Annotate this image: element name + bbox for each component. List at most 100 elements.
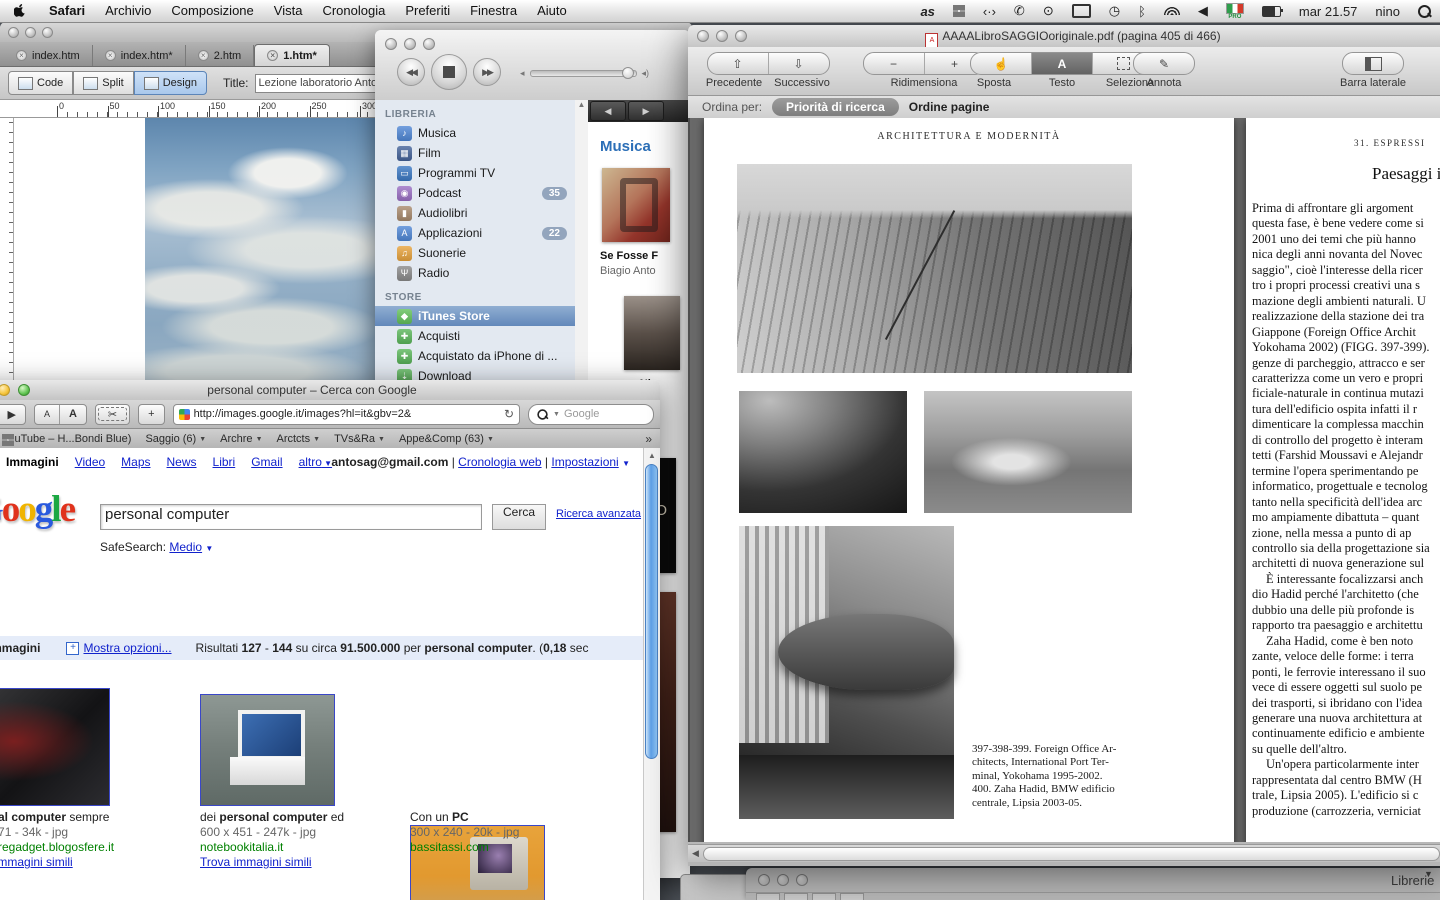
script-menu-icon[interactable]: ‹·›	[974, 0, 1005, 22]
add-bookmark-button[interactable]: +	[139, 405, 163, 424]
bookmark-tvs-ra[interactable]: TVs&Ra▼	[334, 433, 385, 445]
forward-button[interactable]: ▶	[0, 405, 25, 424]
tab-close-icon[interactable]: ×	[267, 50, 278, 61]
split-view-button[interactable]: Split	[73, 71, 133, 95]
album-cover-1[interactable]	[602, 168, 670, 242]
code-view-button[interactable]: Code	[8, 71, 73, 95]
displays-menu-icon[interactable]	[1063, 0, 1100, 22]
clouds-image[interactable]	[145, 118, 375, 393]
address-bar[interactable]: http://images.google.it/images?hl=it&gbv…	[173, 404, 520, 425]
bluetooth-menu-icon[interactable]: ᛒ	[1129, 0, 1155, 22]
librerie-titlebar[interactable]: Librerie	[746, 868, 1440, 892]
librerie-close-button[interactable]	[758, 874, 770, 886]
stop-button[interactable]	[431, 54, 467, 90]
menu-aiuto[interactable]: Aiuto	[527, 0, 577, 22]
tool-successivo[interactable]: ⇩	[769, 53, 829, 74]
design-view-button[interactable]: Design	[134, 71, 207, 95]
sidebar-item-audiolibri[interactable]: ▮Audiolibri	[375, 203, 575, 223]
bookmark-appe-comp-63-[interactable]: Appe&Comp (63)▼	[399, 433, 494, 445]
tab-close-icon[interactable]: ×	[105, 50, 116, 61]
disclosure-arrow-icon[interactable]: ▼	[1424, 869, 1433, 879]
keyboard-layout-menu-icon[interactable]: PRO	[1217, 0, 1253, 22]
toolbar-search-field[interactable]: ▼ Google	[528, 404, 654, 425]
menubar-clock[interactable]: mar 21.57	[1290, 0, 1367, 22]
sidebar-item-radio[interactable]: ΨRadio	[375, 263, 575, 283]
safari-minimize-button[interactable]	[0, 384, 10, 396]
tool-sposta[interactable]: ☝	[971, 53, 1032, 74]
sync-alert-menu-icon[interactable]: ⊙	[1034, 0, 1063, 22]
bookmark-saggio-6-[interactable]: Saggio (6)▼	[145, 433, 206, 445]
pdf-right-page[interactable]: 31. ESPRESSI Paesaggi i Prima di affront…	[1246, 118, 1440, 842]
google-nav-video[interactable]: Video	[75, 455, 105, 469]
web-history-link[interactable]: Cronologia web	[458, 455, 541, 469]
pdf-minimize-button[interactable]	[716, 30, 728, 42]
search-input[interactable]: personal computer	[100, 504, 482, 530]
tool-ridimensiona[interactable]: −	[864, 53, 925, 74]
pdf-close-button[interactable]	[697, 30, 709, 42]
scroll-up-arrow-icon[interactable]: ▲	[644, 448, 660, 460]
volume-slider[interactable]	[530, 70, 637, 77]
sort-page-order-button[interactable]: Ordine pagine	[909, 100, 990, 114]
librerie-minimize-button[interactable]	[777, 874, 789, 886]
scroll-left-arrow-icon[interactable]: ◀	[688, 848, 703, 859]
pdf-horizontal-scrollbar[interactable]: ◀	[688, 844, 1440, 862]
sidebar-item-programmi-tv[interactable]: ▭Programmi TV	[375, 163, 575, 183]
google-nav-immagini[interactable]: Immagini	[6, 455, 59, 469]
spaces-menu-icon[interactable]	[944, 0, 974, 22]
menu-safari[interactable]: Safari	[39, 0, 95, 22]
bookmarks-grid-icon[interactable]	[2, 434, 14, 446]
pdf-zoom-button[interactable]	[735, 30, 747, 42]
itunes-minimize-button[interactable]	[404, 38, 416, 50]
safesearch-arrow-icon[interactable]: ▼	[205, 544, 213, 553]
time-machine-menu-icon[interactable]: ◷	[1100, 0, 1129, 22]
pdf-titlebar[interactable]: AAAAALibroSAGGIOoriginale.pdf (pagina 40…	[688, 25, 1440, 47]
itunes-titlebar[interactable]: ◀◀ ▶▶ ◂ ◂)	[375, 30, 690, 101]
sidebar-item-film[interactable]: ▦Film	[375, 143, 575, 163]
search-options-arrow-icon[interactable]: ▼	[553, 411, 560, 418]
pdf-left-page[interactable]: ARCHITETTURA E MODERNITÀ 397-398-399. Fo…	[704, 118, 1234, 842]
menu-composizione[interactable]: Composizione	[161, 0, 263, 22]
browser-vertical-scrollbar[interactable]: ▲	[643, 448, 660, 900]
account-email[interactable]: antosag@gmail.com	[331, 455, 448, 469]
menu-cronologia[interactable]: Cronologia	[312, 0, 395, 22]
volume-menu-icon[interactable]: ◀	[1189, 0, 1217, 22]
find-similar-link[interactable]: Trova immagini simili	[200, 855, 344, 870]
editor-tab-indexhtm[interactable]: ×index.htm*	[93, 45, 186, 66]
volume-slider-thumb[interactable]	[622, 67, 634, 79]
editor-tab-2htm[interactable]: ×2.htm	[186, 45, 255, 66]
google-nav-libri[interactable]: Libri	[213, 455, 236, 469]
editor-zoom-button[interactable]	[42, 27, 53, 38]
album-1-title[interactable]: Se Fosse F	[600, 250, 658, 262]
store-forward-button[interactable]: ▶	[628, 101, 664, 121]
sidebar-item-musica[interactable]: ♪Musica	[375, 123, 575, 143]
bookmark-youtube-h-bondi-blue[interactable]: YouTube – H...Bondi Blue)	[2, 433, 131, 445]
tool-precedente[interactable]: ⇧	[708, 53, 769, 74]
menubar-user[interactable]: nino	[1366, 0, 1409, 22]
spotlight-menu-icon[interactable]	[1409, 0, 1440, 22]
url-text[interactable]: http://images.google.it/images?hl=it&gbv…	[194, 408, 412, 420]
show-options[interactable]: + Mostra opzioni...	[66, 641, 171, 655]
lastfm-menu-icon[interactable]: as	[911, 0, 943, 22]
reload-icon[interactable]: ↻	[504, 407, 514, 421]
result-title[interactable]: dei personal computer ed	[200, 810, 344, 825]
result-thumbnail-2[interactable]	[200, 694, 335, 806]
album-1-artist[interactable]: Biagio Anto	[600, 265, 656, 277]
bookmark-arctcts[interactable]: Arctcts▼	[277, 433, 321, 445]
album-cover-2[interactable]	[624, 296, 680, 370]
document-title-field[interactable]: Lezione laboratorio Antonino S	[255, 74, 381, 93]
menu-vista[interactable]: Vista	[264, 0, 313, 22]
wifi-menu-icon[interactable]	[1155, 0, 1189, 22]
safari-zoom-button[interactable]	[18, 384, 30, 396]
search-button[interactable]: Cerca	[492, 504, 546, 530]
safesearch-value-link[interactable]: Medio	[169, 540, 202, 554]
itunes-close-button[interactable]	[385, 38, 397, 50]
sidebar-item-applicazioni[interactable]: AApplicazioni22	[375, 223, 575, 243]
sort-search-priority-button[interactable]: Priorità di ricerca	[772, 98, 899, 116]
phone-menu-icon[interactable]: ✆	[1005, 0, 1034, 22]
google-nav-gmail[interactable]: Gmail	[251, 455, 282, 469]
editor-minimize-button[interactable]	[25, 27, 36, 38]
editor-tab-indexhtm[interactable]: ×index.htm	[4, 45, 93, 66]
settings-link[interactable]: Impostazioni	[551, 455, 618, 469]
itunes-zoom-button[interactable]	[423, 38, 435, 50]
sidebar-item-podcast[interactable]: ◉Podcast35	[375, 183, 575, 203]
